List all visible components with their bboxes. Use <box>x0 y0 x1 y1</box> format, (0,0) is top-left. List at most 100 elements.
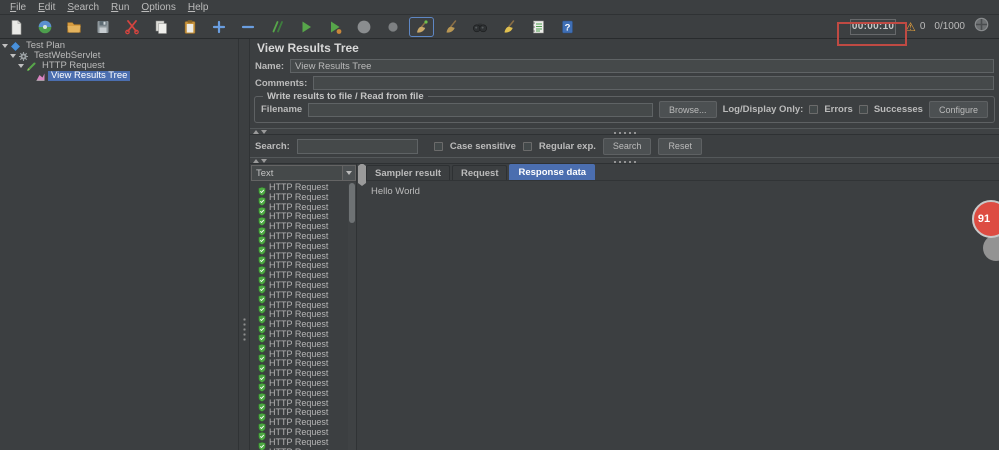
menu-item[interactable]: Run <box>105 2 135 13</box>
expand-all-icon <box>211 19 227 35</box>
menu-item[interactable]: Help <box>182 2 215 13</box>
render-mode-dropdown[interactable]: Text <box>251 165 356 181</box>
success-shield-icon <box>258 183 266 197</box>
collapse-arrow-icon[interactable] <box>2 44 8 48</box>
filename-label: Filename <box>261 104 303 115</box>
expand-all-button[interactable] <box>206 17 231 37</box>
splitter-arrows-icon[interactable] <box>357 164 366 186</box>
case-sensitive-label: Case sensitive <box>449 140 516 152</box>
new-file-button[interactable] <box>3 17 28 37</box>
success-shield-icon <box>258 272 266 285</box>
collapse-all-icon <box>240 19 256 35</box>
success-shield-icon <box>258 242 266 255</box>
tab-response-data[interactable]: Response data <box>509 164 596 180</box>
cut-icon <box>124 19 140 35</box>
reset-button[interactable]: Reset <box>658 137 702 155</box>
collapse-all-button[interactable] <box>235 17 260 37</box>
comments-field[interactable] <box>313 76 994 90</box>
clear-icon <box>414 19 430 35</box>
success-shield-icon <box>258 428 266 442</box>
warning-count: 0 <box>919 21 926 32</box>
toggle-icon <box>269 19 285 35</box>
clear-all-button[interactable] <box>438 17 463 37</box>
errors-checkbox[interactable] <box>809 105 819 114</box>
collapse-arrow-icon[interactable] <box>18 64 24 68</box>
open-file-button[interactable] <box>61 17 86 37</box>
copy-button[interactable] <box>148 17 173 37</box>
regular-exp-checkbox[interactable] <box>522 141 532 151</box>
main-vertical-splitter[interactable] <box>238 39 250 450</box>
shutdown-icon <box>385 19 401 35</box>
tree-node-view-results-tree[interactable]: View Results Tree <box>0 71 238 81</box>
viewer-vertical-splitter[interactable] <box>356 164 366 450</box>
success-shield-icon <box>258 340 266 353</box>
save-button[interactable] <box>90 17 115 37</box>
success-shield-icon <box>258 232 266 246</box>
search-button-toolbar[interactable] <box>467 17 492 37</box>
menu-bar: File Edit Search Run Options Help <box>0 0 999 15</box>
scrollbar-thumb[interactable] <box>349 183 355 223</box>
search-reset-icon <box>501 19 517 35</box>
response-data-text[interactable]: Hello World <box>363 181 999 450</box>
http-request-icon <box>27 62 36 71</box>
copy-icon <box>153 19 169 35</box>
function-helper-button[interactable] <box>525 17 550 37</box>
success-shield-icon <box>258 252 266 265</box>
search-input[interactable] <box>296 138 418 154</box>
case-sensitive-checkbox[interactable] <box>433 141 443 151</box>
browse-button[interactable]: Browse... <box>659 101 717 118</box>
jmeter-window: File Edit Search Run Options Help ? 00:00:10 … <box>0 0 999 450</box>
horizontal-splitter-top[interactable] <box>250 128 999 135</box>
help-button[interactable]: ? <box>554 17 579 37</box>
dropdown-value: Text <box>256 167 274 179</box>
name-label: Name: <box>255 60 285 72</box>
configure-button[interactable]: Configure <box>928 101 988 118</box>
tab-sampler-result[interactable]: Sampler result <box>366 165 450 180</box>
paste-icon <box>182 19 198 35</box>
success-shield-icon <box>258 360 266 373</box>
horizontal-splitter-bottom[interactable] <box>250 157 999 164</box>
menu-item[interactable]: Edit <box>32 2 61 13</box>
shutdown-button[interactable] <box>380 17 405 37</box>
write-results-group: Write results to file / Read from file F… <box>254 91 995 123</box>
tab-bar: Sampler result Request Response data <box>363 164 999 181</box>
cut-button[interactable] <box>119 17 144 37</box>
sample-results-list: HTTP Request HTTP Request HTTP Request H… <box>250 181 356 450</box>
start-no-pauses-button[interactable] <box>322 17 347 37</box>
menu-item[interactable]: Options <box>135 2 181 13</box>
search-icon <box>472 19 488 35</box>
start-no-pauses-icon <box>327 19 343 35</box>
thread-group-gear-icon <box>19 51 28 61</box>
chevron-down-icon <box>346 171 352 175</box>
new-file-icon <box>8 19 24 35</box>
list-scrollbar[interactable] <box>348 182 356 450</box>
menu-item[interactable]: Search <box>61 2 105 13</box>
menu-item[interactable]: File <box>4 2 32 13</box>
paste-button[interactable] <box>177 17 202 37</box>
success-shield-icon <box>258 301 266 314</box>
start-button[interactable] <box>293 17 318 37</box>
toolbar: ? 00:00:10 ⚠ 0 0/1000 <box>0 15 999 46</box>
toggle-button[interactable] <box>264 17 289 37</box>
success-shield-icon <box>258 262 266 275</box>
clear-button[interactable] <box>409 16 434 37</box>
success-shield-icon <box>258 399 266 412</box>
tree-node-thread-group[interactable]: TestWebServlet <box>0 51 238 61</box>
tab-request[interactable]: Request <box>452 165 508 180</box>
splitter-arrows-icon[interactable] <box>253 130 267 134</box>
success-shield-icon <box>258 203 266 216</box>
templates-button[interactable] <box>32 17 57 37</box>
warning-icon[interactable]: ⚠ <box>905 21 916 33</box>
dropdown-arrow-button[interactable] <box>342 166 355 180</box>
search-panel: Search: Case sensitive Regular exp. Sear… <box>250 135 999 157</box>
collapse-arrow-icon[interactable] <box>10 54 16 58</box>
name-field[interactable] <box>290 59 994 73</box>
search-reset-button[interactable] <box>496 17 521 37</box>
splitter-arrows-icon[interactable] <box>253 159 267 163</box>
filename-field[interactable] <box>308 102 654 117</box>
toolbar-status: 00:00:10 ⚠ 0 0/1000 <box>850 17 989 37</box>
stop-button[interactable] <box>351 17 376 37</box>
clear-all-icon <box>443 19 459 35</box>
successes-checkbox[interactable] <box>858 105 868 114</box>
search-button[interactable]: Search <box>602 137 652 155</box>
